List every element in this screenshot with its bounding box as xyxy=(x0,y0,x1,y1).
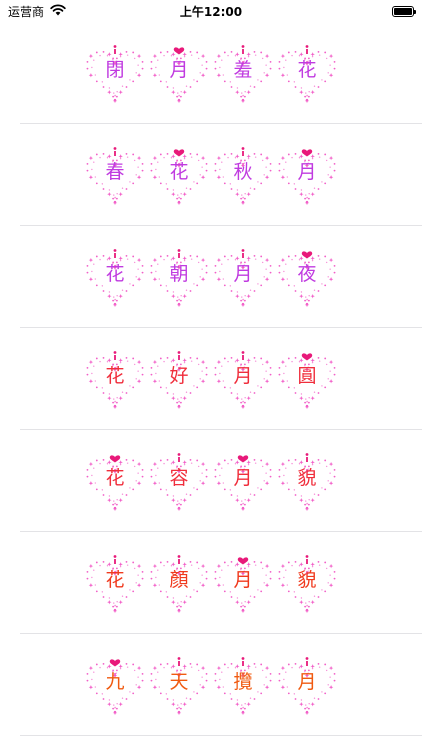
heart-character-cell: 顏 xyxy=(148,552,210,614)
idiom-character: 花 xyxy=(105,263,125,285)
idiom-row[interactable]: 花好月圓 xyxy=(0,328,422,430)
heart-character-cell: 貌 xyxy=(276,450,338,512)
idiom-character: 春 xyxy=(105,161,125,183)
heart-character-cell: 月 xyxy=(212,348,274,410)
idiom-character: 月 xyxy=(233,263,253,285)
idiom-row[interactable]: 春花秋月 xyxy=(0,124,422,226)
idiom-character: 九 xyxy=(105,671,125,693)
idiom-row[interactable]: 花容月貌 xyxy=(0,430,422,532)
heart-character-cell: 花 xyxy=(84,552,146,614)
heart-character-cell: 花 xyxy=(84,348,146,410)
heart-character-cell: 月 xyxy=(212,246,274,308)
idiom-character: 花 xyxy=(105,365,125,387)
idiom-character: 天 xyxy=(169,671,189,693)
idiom-character: 花 xyxy=(169,161,189,183)
heart-character-cell: 月 xyxy=(276,144,338,206)
heart-character-cell: 羞 xyxy=(212,42,274,104)
idiom-character: 花 xyxy=(105,569,125,591)
idiom-character: 月 xyxy=(233,569,253,591)
heart-character-cell: 花 xyxy=(276,42,338,104)
heart-character-cell: 月 xyxy=(276,654,338,716)
idiom-character: 月 xyxy=(233,365,253,387)
heart-character-cell: 圓 xyxy=(276,348,338,410)
heart-character-cell: 花 xyxy=(84,450,146,512)
idiom-row[interactable]: 九天攬月 xyxy=(0,634,422,736)
idiom-character: 花 xyxy=(105,467,125,489)
carrier-label: 运营商 xyxy=(8,4,45,19)
heart-character-cell: 花 xyxy=(84,246,146,308)
heart-character-cell: 花 xyxy=(148,144,210,206)
heart-character-cell: 天 xyxy=(148,654,210,716)
idiom-row[interactable]: 花顏月貌 xyxy=(0,532,422,634)
heart-character-cell: 秋 xyxy=(212,144,274,206)
heart-character-cell: 容 xyxy=(148,450,210,512)
heart-character-cell: 好 xyxy=(148,348,210,410)
heart-character-cell: 夜 xyxy=(276,246,338,308)
idiom-character: 秋 xyxy=(233,161,253,183)
heart-character-cell: 月 xyxy=(212,552,274,614)
idiom-character: 朝 xyxy=(169,263,189,285)
heart-character-cell: 閉 xyxy=(84,42,146,104)
idiom-list: 閉月羞花春花秋月花朝月夜花好月圓花容月貌花顏月貌九天攬月 xyxy=(0,22,422,736)
battery-icon xyxy=(392,5,416,17)
idiom-character: 夜 xyxy=(297,263,317,285)
idiom-character: 貌 xyxy=(297,467,317,489)
heart-character-cell: 貌 xyxy=(276,552,338,614)
idiom-character: 貌 xyxy=(297,569,317,591)
idiom-character: 圓 xyxy=(297,365,317,387)
heart-character-cell: 朝 xyxy=(148,246,210,308)
idiom-character: 顏 xyxy=(169,569,189,591)
heart-character-cell: 月 xyxy=(148,42,210,104)
heart-character-cell: 九 xyxy=(84,654,146,716)
idiom-character: 月 xyxy=(169,59,189,81)
idiom-row[interactable]: 花朝月夜 xyxy=(0,226,422,328)
idiom-character: 容 xyxy=(169,467,189,489)
idiom-character: 花 xyxy=(297,59,317,81)
heart-character-cell: 攬 xyxy=(212,654,274,716)
wifi-icon xyxy=(50,3,66,19)
idiom-row[interactable]: 閉月羞花 xyxy=(0,22,422,124)
status-bar: 运营商 上午12:00 xyxy=(0,0,422,22)
heart-character-cell: 月 xyxy=(212,450,274,512)
heart-character-cell: 春 xyxy=(84,144,146,206)
idiom-character: 月 xyxy=(297,161,317,183)
status-left: 运营商 xyxy=(8,3,66,20)
idiom-character: 羞 xyxy=(233,59,253,81)
idiom-character: 月 xyxy=(233,467,253,489)
idiom-character: 好 xyxy=(169,365,189,387)
idiom-character: 攬 xyxy=(233,671,253,693)
idiom-character: 閉 xyxy=(105,59,125,81)
idiom-character: 月 xyxy=(297,671,317,693)
